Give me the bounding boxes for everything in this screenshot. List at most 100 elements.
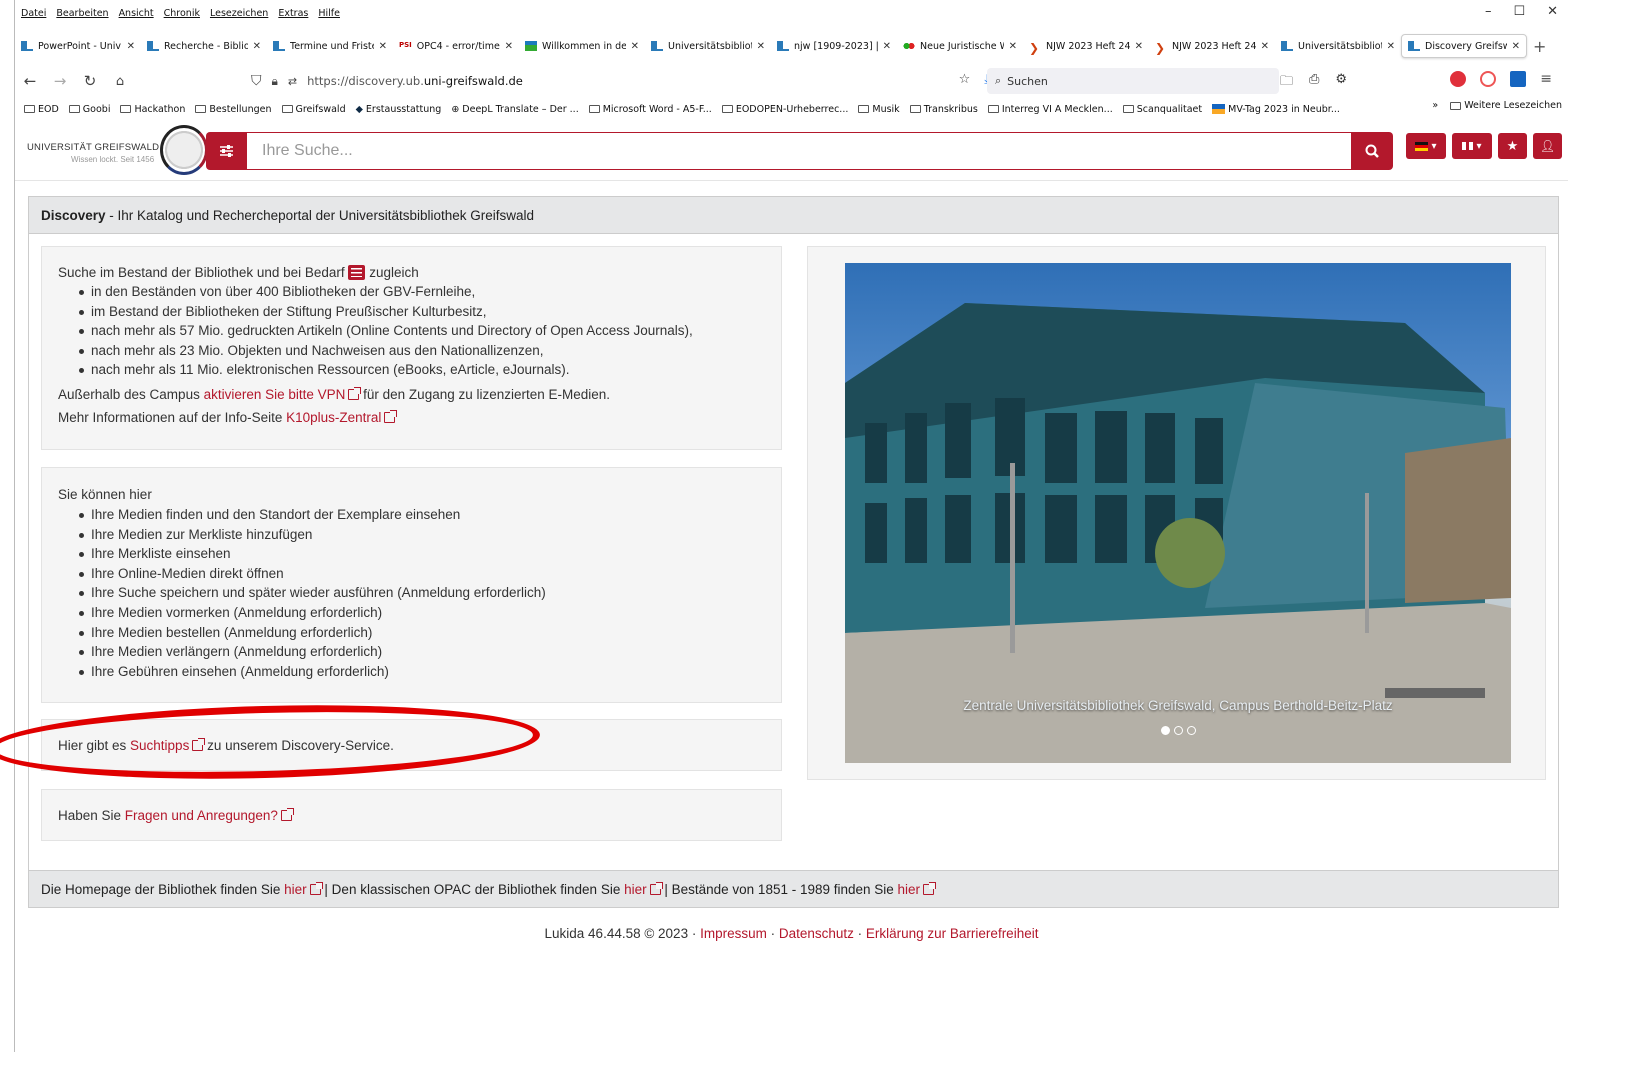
tab-12[interactable]: Discovery Greifsw ✕ — [1401, 34, 1527, 58]
tab-2[interactable]: Recherche - Biblio ✕ — [141, 34, 267, 58]
carousel-dot[interactable] — [1160, 726, 1170, 735]
university-logo[interactable]: UNIVERSITÄT GREIFSWALD Wissen lockt. Sei… — [27, 125, 209, 177]
folder-icon — [588, 105, 600, 113]
impressum-link[interactable]: Impressum — [700, 926, 767, 941]
bookmark-item[interactable]: Goobi — [68, 104, 110, 115]
carousel-dot[interactable] — [1186, 726, 1196, 735]
back-icon[interactable]: ← — [15, 72, 45, 90]
search-input[interactable]: Ihre Suche... — [247, 132, 1351, 170]
bookmark-item[interactable]: EOD — [24, 104, 59, 115]
favicon-icon — [147, 41, 159, 51]
home-icon[interactable]: ⌂ — [105, 74, 135, 89]
shield-icon[interactable]: ⛉ — [251, 73, 262, 89]
feedback-link[interactable]: Fragen und Anregungen? — [125, 808, 294, 823]
bookmark-item[interactable]: Scanqualitaet — [1122, 104, 1202, 115]
tab-close-icon[interactable]: ✕ — [127, 41, 135, 52]
search-tips-link[interactable]: Suchtipps — [130, 738, 206, 753]
forward-icon[interactable]: → — [45, 72, 75, 90]
chevron-right-icon[interactable]: » — [1432, 100, 1438, 111]
bookmark-item[interactable]: Musik — [858, 104, 900, 115]
tab-6[interactable]: Universitätsbibliot ✕ — [645, 34, 771, 58]
menu-datei[interactable]: Datei — [21, 8, 46, 19]
list-item: Ihre Merkliste einsehen — [58, 544, 765, 564]
bookmark-item[interactable]: Interreg VI A Mecklen... — [987, 104, 1113, 115]
menu-chronik[interactable]: Chronik — [164, 8, 200, 19]
maximize-button[interactable]: ☐ — [1513, 4, 1525, 19]
reload-icon[interactable]: ↻ — [75, 72, 105, 90]
tab-close-icon[interactable]: ✕ — [253, 41, 261, 52]
tab-close-icon[interactable]: ✕ — [379, 41, 387, 52]
list-item: im Bestand der Bibliotheken der Stiftung… — [58, 302, 765, 322]
tab-close-icon[interactable]: ✕ — [1512, 41, 1520, 52]
print-icon[interactable]: ⎙ — [1309, 72, 1319, 94]
other-bookmarks-folder[interactable]: Weitere Lesezeichen — [1450, 100, 1562, 111]
tab-close-icon[interactable]: ✕ — [1261, 41, 1269, 52]
navigation-bar: ← → ↻ ⌂ ⛉ 🔒︎ ⇄ https://discovery.ub.uni-… — [15, 68, 1568, 94]
list-item: in den Beständen von über 400 Bibliothek… — [58, 282, 765, 302]
browser-search-field[interactable]: ⌕ Suchen — [987, 68, 1279, 94]
accessibility-link[interactable]: Erklärung zur Barrierefreiheit — [866, 926, 1039, 941]
datenschutz-link[interactable]: Datenschutz — [779, 926, 854, 941]
bookmark-item[interactable]: Hackathon — [120, 104, 185, 115]
url-text[interactable]: https://discovery.ub.uni-greifswald.de — [307, 74, 523, 88]
tab-10[interactable]: ❯ NJW 2023 Heft 24 ✕ — [1149, 34, 1275, 58]
permissions-icon[interactable]: ⇄ — [288, 75, 297, 88]
tab-8[interactable]: Neue Juristische W ✕ — [897, 34, 1023, 58]
gear-icon[interactable]: ⚙︎ — [1335, 72, 1347, 94]
tab-4[interactable]: PSI OPC4 - error/time ✕ — [393, 34, 519, 58]
search-settings-button[interactable] — [206, 132, 247, 170]
minimize-button[interactable]: – — [1485, 4, 1492, 19]
tab-close-icon[interactable]: ✕ — [757, 41, 765, 52]
stats-extension-icon[interactable] — [1510, 71, 1527, 87]
bookmark-item[interactable]: Microsoft Word - A5-F... — [588, 104, 712, 115]
homepage-link[interactable]: hier — [284, 882, 323, 897]
menu-extras[interactable]: Extras — [278, 8, 308, 19]
bookmark-item[interactable]: ◆ Erstausstattung — [356, 104, 442, 115]
tab-7[interactable]: njw [1909-2023] | i ✕ — [771, 34, 897, 58]
adblock-icon[interactable] — [1450, 71, 1467, 87]
folder-icon[interactable]: 🗀︎ — [1280, 72, 1293, 94]
vpn-link[interactable]: aktivieren Sie bitte VPN — [204, 386, 362, 402]
favorites-button[interactable]: ★ — [1498, 133, 1527, 159]
extension-icon[interactable] — [1480, 71, 1497, 87]
menu-lesezeichen[interactable]: Lesezeichen — [210, 8, 268, 19]
menu-hilfe[interactable]: Hilfe — [318, 8, 340, 19]
lock-icon[interactable]: 🔒︎ — [272, 74, 278, 89]
tab-5[interactable]: Willkommen in de ✕ — [519, 34, 645, 58]
tab-11[interactable]: Universitätsbibliot ✕ — [1275, 34, 1401, 58]
folder-icon — [1450, 101, 1462, 110]
bookmark-item[interactable]: MV-Tag 2023 in Neubr... — [1212, 104, 1340, 115]
tab-9[interactable]: ❯ NJW 2023 Heft 24 ✕ — [1023, 34, 1149, 58]
menu-bearbeiten[interactable]: Bearbeiten — [56, 8, 108, 19]
search-button[interactable] — [1351, 132, 1393, 170]
tab-close-icon[interactable]: ✕ — [1009, 41, 1017, 52]
close-window-button[interactable]: ✕ — [1547, 4, 1558, 19]
url-bar[interactable]: ⛉ 🔒︎ ⇄ https://discovery.ub.uni-greifswa… — [245, 68, 990, 94]
favicon-icon — [903, 41, 915, 51]
search-scope-list: in den Beständen von über 400 Bibliothek… — [58, 282, 765, 380]
bookmark-item[interactable]: Transkribus — [909, 104, 978, 115]
tab-3[interactable]: Termine und Friste ✕ — [267, 34, 393, 58]
tab-close-icon[interactable]: ✕ — [1387, 41, 1395, 52]
bookmark-star-icon[interactable]: ☆ — [959, 72, 971, 87]
tab-1[interactable]: PowerPoint - Univ ✕ — [15, 34, 141, 58]
new-tab-button[interactable]: + — [1533, 37, 1546, 56]
bookmark-item[interactable]: ⊕ DeepL Translate – Der ... — [451, 104, 578, 115]
holdings-link[interactable]: hier — [898, 882, 937, 897]
bookmark-item[interactable]: Greifswald — [281, 104, 346, 115]
menu-ansicht[interactable]: Ansicht — [119, 8, 154, 19]
bookmark-item[interactable]: Bestellungen — [195, 104, 272, 115]
tab-close-icon[interactable]: ✕ — [631, 41, 639, 52]
k10plus-link[interactable]: K10plus-Zentral — [286, 409, 398, 425]
bookmark-item[interactable]: EODOPEN-Urheberrec... — [721, 104, 848, 115]
carousel-dot[interactable] — [1173, 726, 1183, 735]
tab-close-icon[interactable]: ✕ — [883, 41, 891, 52]
opac-link[interactable]: hier — [624, 882, 663, 897]
list-item: Ihre Gebühren einsehen (Anmeldung erford… — [58, 662, 765, 682]
language-button[interactable]: ▾ — [1406, 133, 1446, 159]
tab-close-icon[interactable]: ✕ — [505, 41, 513, 52]
user-button[interactable]: 👤︎ — [1533, 133, 1562, 159]
tab-close-icon[interactable]: ✕ — [1135, 41, 1143, 52]
view-button[interactable]: ▾ — [1452, 133, 1492, 159]
menu-hamburger-icon[interactable]: ≡ — [1540, 71, 1552, 87]
